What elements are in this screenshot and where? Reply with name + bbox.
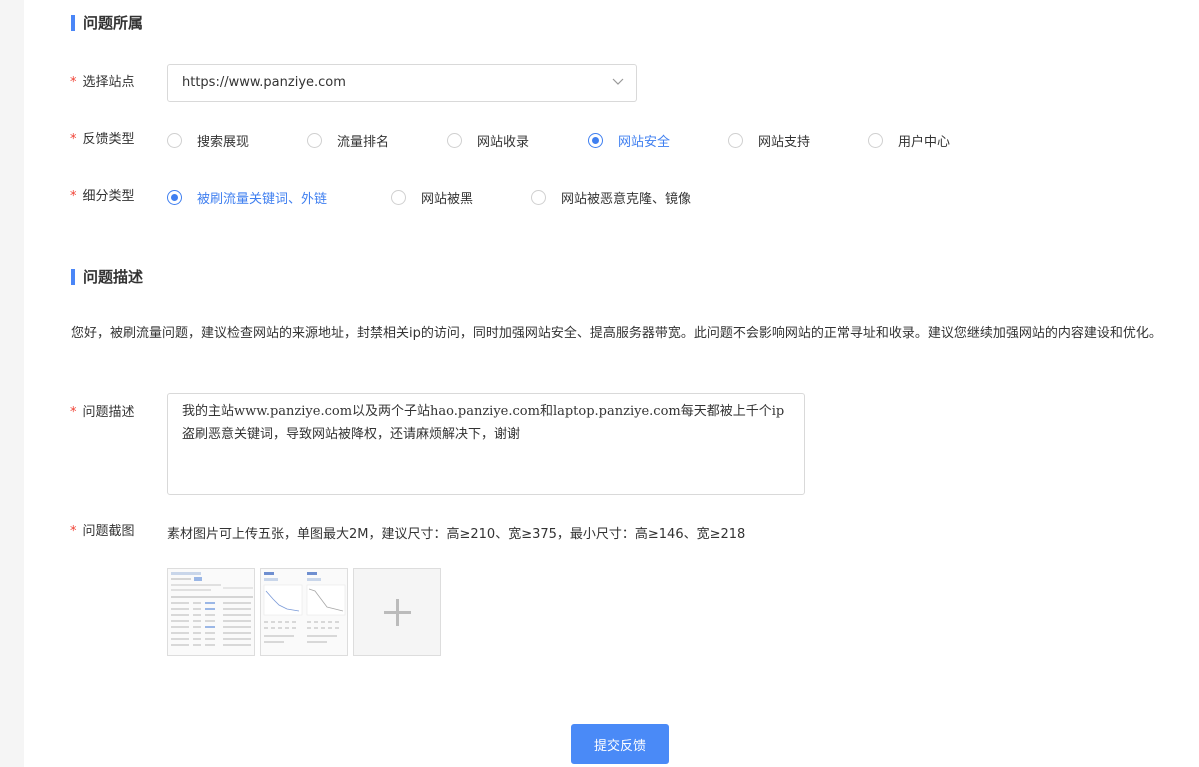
uploaded-image-thumbnail-2[interactable] xyxy=(260,568,348,656)
radio-circle xyxy=(307,132,322,148)
radio-feedback-security[interactable]: 网站安全 xyxy=(588,131,670,150)
description-label: * 问题描述 xyxy=(70,405,135,420)
advice-notice-text: 您好，被刷流量问题，建议检查网站的来源地址，封禁相关ip的访问，同时加强网站安全… xyxy=(71,326,1162,341)
required-mark: * xyxy=(70,189,77,204)
required-mark: * xyxy=(70,524,77,539)
site-select-label: * 选择站点 xyxy=(70,75,135,90)
chevron-down-icon xyxy=(612,78,624,85)
radio-feedback-search[interactable]: 搜索展现 xyxy=(167,131,249,150)
radio-feedback-traffic[interactable]: 流量排名 xyxy=(307,131,389,150)
feedback-form-panel: 问题所属 * 选择站点 https://www.panziye.com * 反馈类型… xyxy=(24,0,1199,767)
radio-circle xyxy=(447,132,462,148)
screenshot-label: * 问题截图 xyxy=(70,524,135,539)
radio-subtype-cloned[interactable]: 网站被恶意克隆、镜像 xyxy=(531,188,691,207)
radio-circle xyxy=(167,132,182,148)
site-select-value: https://www.panziye.com xyxy=(182,75,346,90)
radio-subtype-traffic-keywords[interactable]: 被刷流量关键词、外链 xyxy=(167,188,327,207)
radio-circle-selected xyxy=(167,189,182,205)
radio-circle xyxy=(391,189,406,205)
section-title-problem-description: 问题描述 xyxy=(71,268,143,286)
upload-image-button[interactable] xyxy=(353,568,441,656)
radio-feedback-user-center[interactable]: 用户中心 xyxy=(868,131,950,150)
radio-feedback-support[interactable]: 网站支持 xyxy=(728,131,810,150)
required-mark: * xyxy=(70,405,77,420)
radio-circle xyxy=(728,132,743,148)
radio-feedback-indexing[interactable]: 网站收录 xyxy=(447,131,529,150)
radio-circle-selected xyxy=(588,132,603,148)
radio-circle xyxy=(868,132,883,148)
site-select[interactable]: https://www.panziye.com xyxy=(167,64,637,102)
description-textarea[interactable]: 我的主站www.panziye.com以及两个子站hao.panziye.com… xyxy=(167,393,805,495)
required-mark: * xyxy=(70,132,77,147)
upload-hint-text: 素材图片可上传五张，单图最大2M，建议尺寸：高≥210、宽≥375，最小尺寸：高… xyxy=(167,527,746,542)
uploaded-image-thumbnail-1[interactable] xyxy=(167,568,255,656)
thumbnail-preview-image xyxy=(168,569,254,655)
required-mark: * xyxy=(70,75,77,90)
section-title-problem-belongs: 问题所属 xyxy=(71,14,143,32)
thumbnail-preview-image xyxy=(261,569,347,655)
submit-feedback-button[interactable]: 提交反馈 xyxy=(571,724,669,764)
subtype-label: * 细分类型 xyxy=(70,189,135,204)
radio-circle xyxy=(531,189,546,205)
feedback-type-label: * 反馈类型 xyxy=(70,132,135,147)
radio-subtype-hacked[interactable]: 网站被黑 xyxy=(391,188,473,207)
